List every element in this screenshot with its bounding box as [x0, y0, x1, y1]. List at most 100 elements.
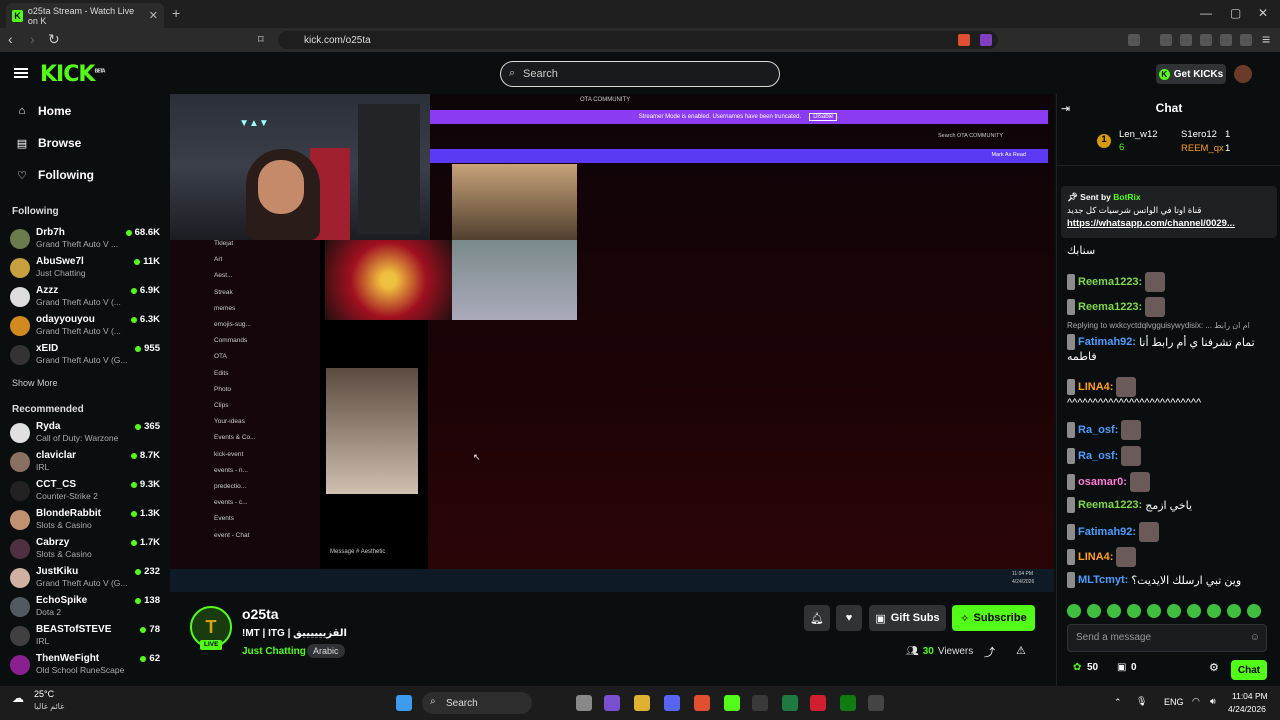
browser-tab[interactable]: K o25ta Stream - Watch Live on K ✕ — [6, 3, 164, 28]
forward-icon[interactable]: › — [30, 31, 35, 47]
sidebar-channel[interactable]: CCT_CS Counter-Strike 2 9.3K — [10, 478, 160, 506]
file-explorer-icon[interactable] — [634, 695, 650, 711]
app-icon[interactable] — [868, 695, 884, 711]
chat-message[interactable]: سنابك — [1067, 244, 1095, 257]
clock-time[interactable]: 11:04 PM — [1232, 691, 1268, 701]
sidebar-icon[interactable] — [1180, 34, 1192, 46]
windows-start-icon[interactable] — [396, 695, 412, 711]
chat-message[interactable]: Reema1223: — [1067, 272, 1166, 292]
gift-subs-button[interactable]: ▣ Gift Subs — [869, 605, 946, 631]
stream-tag[interactable]: Arabic — [307, 644, 345, 658]
wallet-icon[interactable] — [1200, 34, 1212, 46]
vpn-icon[interactable] — [1240, 34, 1252, 46]
emote-icon — [1121, 446, 1142, 466]
hamburger-menu-icon[interactable] — [14, 68, 28, 78]
emote-quick-bar[interactable] — [1067, 604, 1261, 618]
follow-button[interactable]: ♥ — [836, 605, 862, 631]
show-more-link[interactable]: Show More — [12, 378, 58, 388]
channel-viewers: 78 — [140, 624, 160, 635]
extension-icon[interactable] — [1128, 34, 1140, 46]
stream-category[interactable]: Just Chatting — [242, 646, 306, 657]
nav-following[interactable]: ♡ Following — [16, 168, 94, 182]
wifi-icon: ◠ — [1192, 696, 1200, 706]
sidebar-channel[interactable]: AbuSwe7l Just Chatting 11K — [10, 255, 160, 283]
kick-icon[interactable] — [724, 695, 740, 711]
clock-date[interactable]: 4/24/2026 — [1228, 704, 1266, 714]
close-tab-icon[interactable]: ✕ — [149, 9, 158, 22]
sidebar-channel[interactable]: Drb7h Grand Theft Auto V ... 68.6K — [10, 226, 160, 254]
discord-icon[interactable] — [664, 695, 680, 711]
obs-icon[interactable] — [752, 695, 768, 711]
sidebar-channel[interactable]: Azzz Grand Theft Auto V (... 6.9K — [10, 284, 160, 312]
chat-message[interactable]: فاطمه — [1067, 350, 1097, 363]
sidebar-channel[interactable]: Cabrzy Slots & Casino 1.7K — [10, 536, 160, 564]
music-icon[interactable] — [1160, 34, 1172, 46]
chat-message[interactable]: Reema1223: ياخي ازمج — [1067, 497, 1192, 513]
rewards-icon[interactable] — [980, 34, 992, 46]
sidebar-channel[interactable]: ThenWeFight Old School RuneScape 62 — [10, 652, 160, 680]
reload-icon[interactable]: ↻ — [48, 31, 60, 48]
sidebar-channel[interactable]: odayyouyou Grand Theft Auto V (... 6.3K — [10, 313, 160, 341]
sidebar-channel[interactable]: JustKiku Grand Theft Auto V (G... 232 — [10, 565, 160, 593]
menu-icon[interactable]: ≡ — [1262, 31, 1270, 47]
chat-message[interactable]: Reema1223: — [1067, 297, 1166, 317]
task-view-icon[interactable] — [576, 695, 592, 711]
user-avatar[interactable] — [1234, 65, 1252, 83]
subscribe-button[interactable]: ✧ Subscribe — [952, 605, 1035, 631]
channel-name: claviclar — [36, 450, 77, 461]
tray-chevron-icon[interactable]: ⌃ — [1114, 697, 1122, 708]
chat-message[interactable]: LINA4: — [1067, 377, 1137, 397]
leo-icon[interactable] — [1220, 34, 1232, 46]
chat-message[interactable]: ^^^^^^^^^^^^^^^^^^^^^^^^^^ — [1067, 397, 1201, 409]
close-window-icon[interactable]: ✕ — [1258, 6, 1268, 20]
leader-name[interactable]: Len_w12 — [1119, 129, 1158, 140]
copilot-icon[interactable] — [604, 695, 620, 711]
kicks-icon: ✿ — [1073, 662, 1082, 673]
search-input[interactable]: ⌕ Search — [500, 61, 780, 87]
xbox-icon[interactable] — [840, 695, 856, 711]
back-icon[interactable]: ‹ — [8, 31, 13, 47]
chat-message[interactable]: Ra_osf: — [1067, 420, 1142, 440]
chat-message[interactable]: Fatimah92: تمام تشرفنا ي أم رابط أنا — [1067, 334, 1255, 350]
minimize-icon[interactable]: — — [1200, 6, 1212, 20]
language-indicator[interactable]: ENG — [1164, 697, 1184, 707]
excel-icon[interactable] — [782, 695, 798, 711]
notification-bell-button[interactable]: 🔔︎ — [804, 605, 830, 631]
pinned-link[interactable]: https://whatsapp.com/channel/0029... — [1067, 218, 1235, 229]
sidebar-channel[interactable]: claviclar IRL 8.7K — [10, 449, 160, 477]
send-chat-button[interactable]: Chat — [1231, 660, 1267, 680]
share-icon[interactable]: ⤴ — [984, 644, 995, 660]
chat-message[interactable]: Fatimah92: — [1067, 522, 1160, 542]
report-icon[interactable]: ⚠ — [1016, 644, 1026, 657]
settings-gear-icon[interactable]: ⚙ — [1209, 661, 1219, 674]
chat-message[interactable]: osamar0: — [1067, 472, 1150, 492]
nav-browse[interactable]: ▤ Browse — [16, 136, 82, 150]
video-player[interactable]: OTA COMMUNITY Streamer Mode is enabled. … — [170, 94, 1054, 592]
chat-message[interactable]: Ra_osf: — [1067, 446, 1142, 466]
get-kicks-button[interactable]: K Get KICKs — [1156, 64, 1226, 84]
sidebar-channel[interactable]: EchoSpike Dota 2 138 — [10, 594, 160, 622]
chat-message-input[interactable]: Send a message ☺ — [1067, 624, 1267, 652]
sidebar-channel[interactable]: xEID Grand Theft Auto V (G... 955 — [10, 342, 160, 370]
collapse-chat-icon[interactable]: ⇥ — [1061, 102, 1070, 115]
brave-shield-icon[interactable] — [958, 34, 970, 46]
sidebar-channel[interactable]: BEASTofSTEVE IRL 78 — [10, 623, 160, 651]
maximize-icon[interactable]: ▢ — [1230, 6, 1241, 20]
bookmark-icon[interactable]: ⌑ — [258, 33, 264, 46]
new-tab-icon[interactable]: + — [172, 5, 180, 21]
leader-name[interactable]: S1ero12 — [1181, 129, 1217, 140]
taskbar-search[interactable]: ⌕ Search — [422, 692, 532, 714]
sidebar-channel[interactable]: Ryda Call of Duty: Warzone 365 — [10, 420, 160, 448]
nav-home[interactable]: ⌂ Home — [16, 104, 72, 118]
chat-message[interactable]: MLTcmyt: وين تبي ارسلك الايديت؟ — [1067, 572, 1241, 588]
chat-message[interactable]: LINA4: — [1067, 547, 1137, 567]
brave-icon[interactable] — [694, 695, 710, 711]
url-field[interactable]: kick.com/o25ta — [278, 31, 998, 49]
leader-name[interactable]: REEM_qx — [1181, 143, 1224, 154]
sidebar-channel[interactable]: BlondeRabbit Slots & Casino 1.3K — [10, 507, 160, 535]
streamer-name[interactable]: o25ta — [242, 606, 279, 622]
kick-logo[interactable]: KICKBETA — [40, 62, 106, 87]
app-icon[interactable] — [810, 695, 826, 711]
pinned-message[interactable]: 📌︎ Sent by BotRix قناة اوتا في الواتس شر… — [1061, 186, 1277, 238]
channel-category: Grand Theft Auto V (G... — [36, 355, 128, 365]
